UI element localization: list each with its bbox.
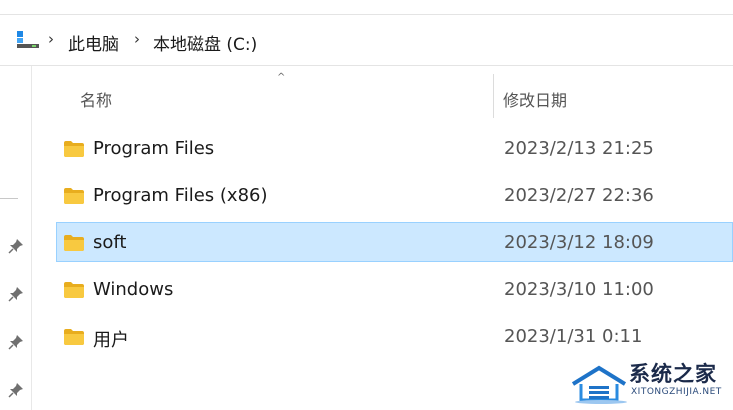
- file-row-program-files-x86[interactable]: Program Files (x86) 2023/2/27 22:36: [56, 175, 733, 215]
- house-logo-icon: [571, 365, 627, 404]
- this-pc-icon: [17, 31, 39, 48]
- column-header: ^ 名称 修改日期: [32, 66, 733, 120]
- file-date-modified: 2023/2/27 22:36: [504, 185, 654, 206]
- chevron-right-icon[interactable]: ›: [134, 30, 140, 48]
- folder-icon: [64, 329, 84, 345]
- file-date-modified: 2023/3/10 11:00: [504, 279, 654, 300]
- watermark-title: 系统之家: [629, 362, 717, 386]
- sort-ascending-icon: ^: [277, 72, 286, 83]
- nav-divider: [0, 198, 18, 199]
- file-name: Program Files: [93, 138, 215, 159]
- pin-icon[interactable]: [8, 382, 24, 398]
- file-name: soft: [93, 232, 127, 253]
- folder-icon: [64, 282, 84, 298]
- folder-icon: [64, 188, 84, 204]
- column-header-date-modified[interactable]: 修改日期: [503, 87, 567, 111]
- folder-icon: [64, 141, 84, 157]
- file-row-program-files[interactable]: Program Files 2023/2/13 21:25: [56, 128, 733, 168]
- file-date-modified: 2023/1/31 0:11: [504, 326, 643, 347]
- file-date-modified: 2023/3/12 18:09: [504, 232, 654, 253]
- pin-icon[interactable]: [8, 286, 24, 302]
- chevron-right-icon[interactable]: ›: [48, 30, 54, 48]
- breadcrumb-local-disk-c[interactable]: 本地磁盘 (C:): [153, 30, 257, 55]
- file-name: 用户: [93, 330, 129, 351]
- file-row-users[interactable]: 用户 2023/1/31 0:11: [56, 316, 733, 356]
- file-row-soft[interactable]: soft 2023/3/12 18:09: [56, 222, 733, 262]
- pin-icon[interactable]: [8, 334, 24, 350]
- column-header-name[interactable]: 名称: [80, 87, 112, 111]
- watermark-logo: 系统之家 XITONGZHIJIA.NET: [569, 356, 733, 410]
- breadcrumb-this-pc[interactable]: 此电脑: [68, 30, 119, 55]
- file-name: Windows: [93, 279, 174, 300]
- address-bar[interactable]: › 此电脑 › 本地磁盘 (C:): [0, 14, 733, 66]
- folder-icon: [64, 235, 84, 251]
- file-row-windows[interactable]: Windows 2023/3/10 11:00: [56, 269, 733, 309]
- watermark-subtitle: XITONGZHIJIA.NET: [631, 387, 722, 397]
- column-resize-handle[interactable]: [493, 74, 494, 118]
- file-date-modified: 2023/2/13 21:25: [504, 138, 654, 159]
- navigation-pane: [0, 66, 32, 410]
- pin-icon[interactable]: [8, 238, 24, 254]
- file-name: Program Files (x86): [93, 185, 268, 206]
